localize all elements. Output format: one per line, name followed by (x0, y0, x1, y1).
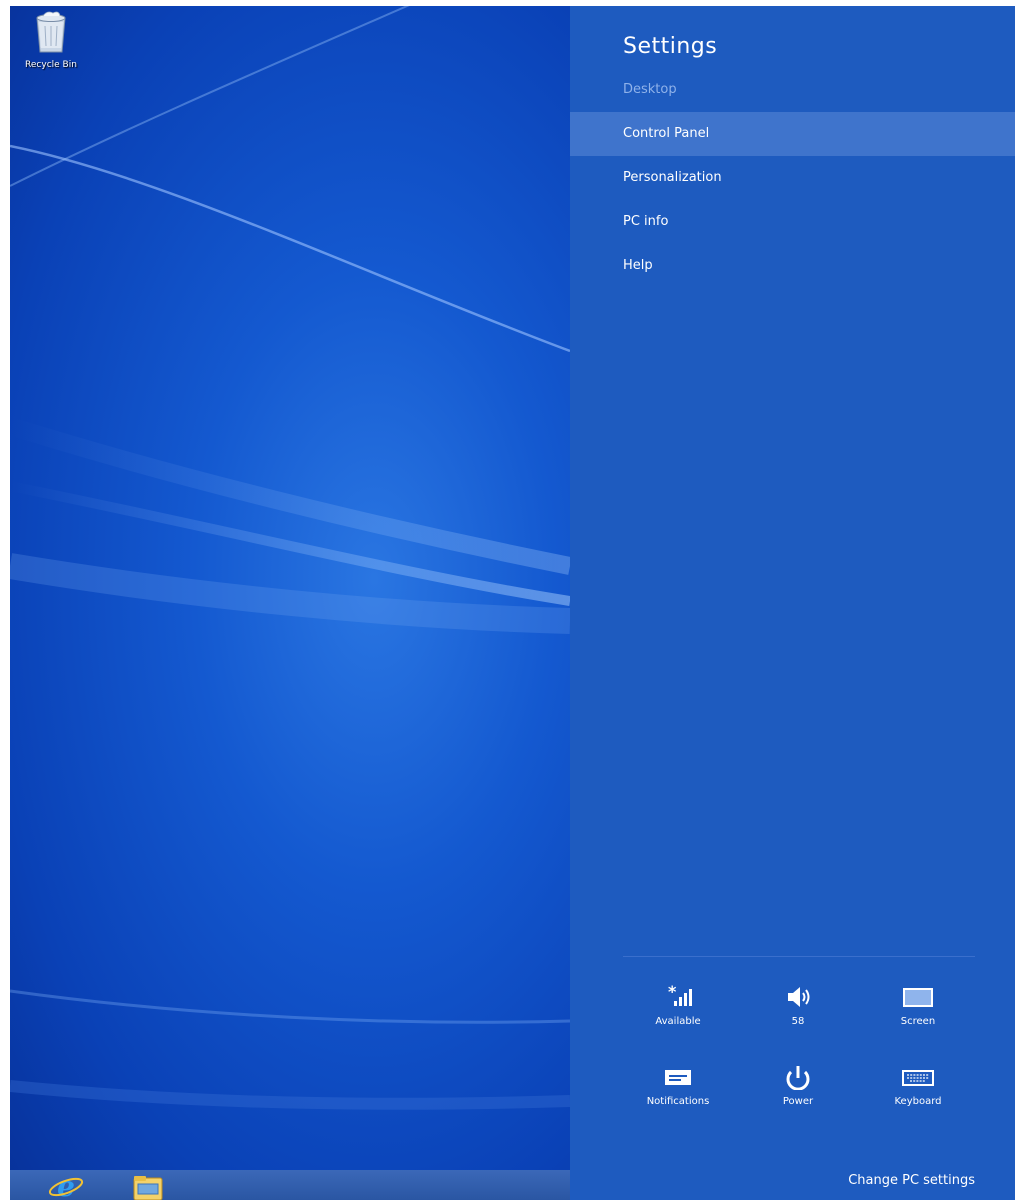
power-tile[interactable]: Power (743, 1064, 853, 1107)
menu-item-help[interactable]: Help (570, 244, 1015, 288)
menu-item-pc-info[interactable]: PC info (570, 200, 1015, 244)
volume-tile[interactable]: 58 (743, 984, 853, 1027)
keyboard-icon (902, 1070, 934, 1086)
recycle-bin-icon (36, 11, 66, 53)
svg-text:*: * (668, 984, 677, 1001)
keyboard-label: Keyboard (894, 1096, 942, 1107)
recycle-bin-desktop-icon[interactable]: Recycle Bin (16, 10, 86, 70)
pane-subtitle: Desktop (623, 82, 677, 97)
desktop[interactable]: Recycle Bin e (10, 6, 570, 1200)
screen: Recycle Bin e Settings Desktop Control P… (10, 6, 1015, 1200)
menu-item-personalization[interactable]: Personalization (570, 156, 1015, 200)
screen-label: Screen (900, 1016, 936, 1027)
settings-pane: Settings Desktop Control Panel Personali… (570, 6, 1015, 1200)
network-label: Available (655, 1016, 701, 1027)
notifications-icon (665, 1070, 691, 1085)
taskbar-internet-explorer-button[interactable]: e (46, 1170, 86, 1200)
menu-item-control-panel[interactable]: Control Panel (570, 112, 1015, 156)
recycle-bin-label: Recycle Bin (25, 60, 77, 70)
screen-brightness-icon (903, 988, 933, 1007)
change-pc-settings-link[interactable]: Change PC settings (848, 1173, 975, 1188)
pane-title: Settings (623, 34, 718, 59)
network-icon: * (668, 984, 692, 1006)
notifications-tile[interactable]: Notifications (623, 1064, 733, 1107)
taskbar-file-explorer-button[interactable] (128, 1172, 168, 1200)
internet-explorer-icon: e (48, 1170, 84, 1200)
settings-menu: Control Panel Personalization PC info He… (570, 112, 1015, 288)
divider (623, 956, 975, 957)
power-label: Power (782, 1096, 814, 1107)
screen-tile[interactable]: Screen (863, 984, 973, 1027)
network-tile[interactable]: * Available (623, 984, 733, 1027)
volume-icon (788, 987, 810, 1007)
notifications-label: Notifications (646, 1096, 710, 1107)
file-explorer-icon (133, 1176, 163, 1200)
taskbar: e (10, 1170, 570, 1200)
volume-label: 58 (791, 1016, 805, 1027)
wallpaper-swirls (10, 6, 570, 1110)
keyboard-tile[interactable]: Keyboard (863, 1064, 973, 1107)
power-icon (786, 1066, 810, 1090)
